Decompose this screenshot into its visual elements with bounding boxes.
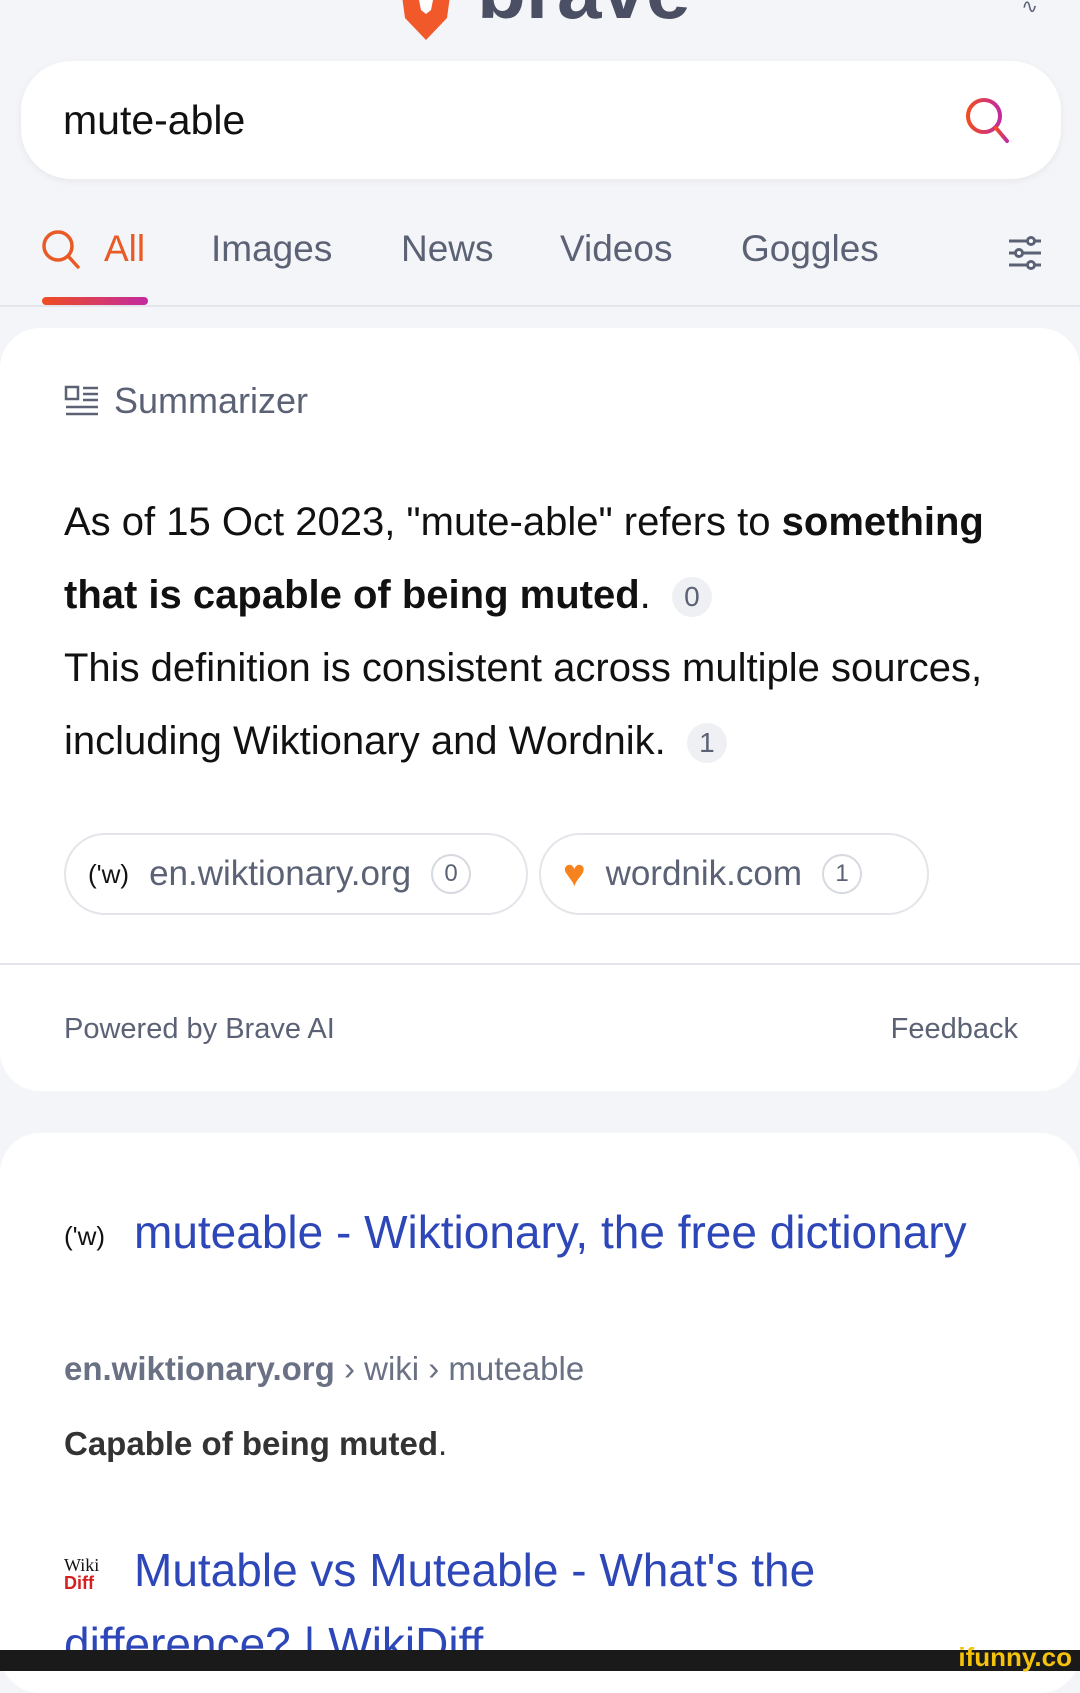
source-number: 1	[822, 854, 863, 894]
tab-all[interactable]: All	[40, 228, 145, 270]
summarizer-icon	[64, 385, 98, 416]
source-pill-wiktionary[interactable]: ('w) en.wiktionary.org 0	[64, 833, 528, 915]
feedback-link[interactable]: Feedback	[891, 1013, 1018, 1046]
result-description: Capable of being muted.	[64, 1425, 447, 1463]
search-box[interactable]: mute-able	[21, 61, 1061, 179]
tab-videos[interactable]: Videos	[560, 228, 672, 270]
brave-lion-icon	[402, 0, 450, 40]
results-card: ('w) muteable - Wiktionary, the free dict…	[0, 1133, 1080, 1693]
source-domain: wordnik.com	[605, 854, 803, 893]
watermark-bar	[0, 1650, 1080, 1671]
result-path: › wiki › muteable	[334, 1350, 585, 1387]
wiktionary-icon: ('w)	[64, 1220, 106, 1251]
divider	[0, 305, 1080, 307]
ifunny-watermark: ifunny.co	[958, 1642, 1072, 1672]
tab-news[interactable]: News	[401, 228, 494, 270]
result-title[interactable]: muteable - Wiktionary, the free dictiona…	[134, 1206, 967, 1258]
wiktionary-icon: ('w)	[88, 858, 130, 889]
wikidiff-icon-top: Wiki	[64, 1554, 100, 1575]
result-url[interactable]: en.wiktionary.org › wiki › muteable	[64, 1350, 584, 1388]
citation-1[interactable]: 1	[686, 723, 727, 764]
divider	[0, 963, 1080, 965]
brave-wordmark: brave	[477, 0, 690, 31]
search-input[interactable]: mute-able	[63, 97, 245, 144]
brave-logo[interactable]: brave	[395, 0, 690, 42]
wikidiff-icon-bottom: Diff	[64, 1572, 94, 1593]
wikidiff-icon: Wiki Diff	[64, 1556, 134, 1592]
summary-text: As of 15 Oct 2023, "mute-able" refers to…	[64, 486, 1024, 778]
summary-part: As of 15 Oct 2023, "mute-able" refers to	[64, 500, 782, 544]
description-bold: Capable of being muted	[64, 1425, 439, 1462]
active-tab-indicator	[42, 297, 148, 305]
description-end: .	[438, 1425, 448, 1462]
tab-images[interactable]: Images	[211, 228, 332, 270]
filter-settings-icon[interactable]	[1007, 235, 1043, 271]
summarizer-card: Summarizer As of 15 Oct 2023, "mute-able…	[0, 328, 1080, 1091]
result-domain: en.wiktionary.org	[64, 1350, 335, 1387]
heart-icon: ♥	[563, 852, 586, 895]
source-pill-wordnik[interactable]: ♥ wordnik.com 1	[539, 833, 929, 915]
result-title-link[interactable]: ('w) muteable - Wiktionary, the free dict…	[64, 1195, 1024, 1273]
tab-goggles[interactable]: Goggles	[741, 228, 879, 270]
summary-part: This definition is consistent across mul…	[64, 646, 983, 763]
citation-0[interactable]: 0	[671, 577, 712, 618]
tab-label: All	[104, 228, 146, 269]
summarizer-header: Summarizer	[64, 380, 308, 422]
source-number: 0	[431, 854, 472, 894]
source-domain: en.wiktionary.org	[149, 854, 412, 893]
search-icon[interactable]	[963, 95, 1013, 145]
summary-part: .	[639, 573, 662, 617]
search-icon	[42, 230, 80, 269]
powered-by-label: Powered by Brave AI	[64, 1013, 335, 1045]
profile-icon[interactable]: ∿	[1021, 0, 1038, 19]
summarizer-title: Summarizer	[114, 380, 309, 421]
